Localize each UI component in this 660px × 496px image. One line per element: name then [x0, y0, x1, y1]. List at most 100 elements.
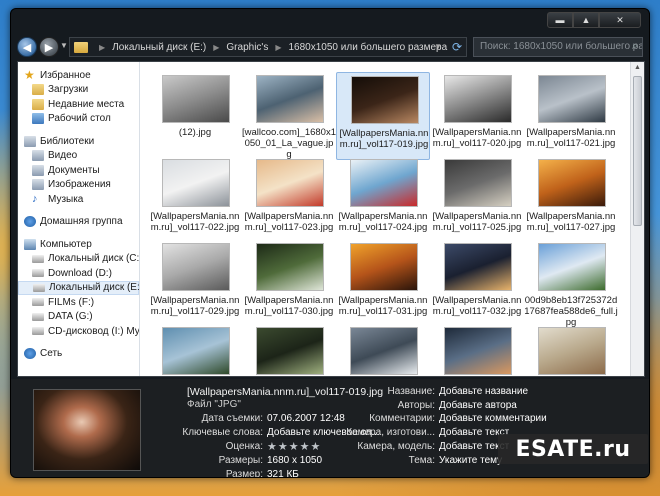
- file-name: [WallpapersMania.nnm.ru]_vol117-032.jpg: [432, 295, 522, 317]
- sidebar-item-pictures[interactable]: Изображения: [18, 178, 139, 193]
- minimize-button[interactable]: ▬: [547, 12, 573, 28]
- file-item[interactable]: [WallpapersMania.nnm.ru]_vol117-032.jpg: [430, 240, 524, 328]
- sidebar-item-recent-places[interactable]: Недавние места: [18, 97, 139, 112]
- documents-library-icon: [32, 164, 44, 176]
- file-item[interactable]: [WallpapersMania.nnm.ru]_vol117-029.jpg: [148, 240, 242, 328]
- sidebar-item-video[interactable]: Видео: [18, 149, 139, 164]
- property-value[interactable]: Добавьте комментарии: [439, 413, 547, 424]
- file-thumbnail[interactable]: [350, 243, 418, 291]
- file-name: [WallpapersMania.nnm.ru]_vol117-023.jpg: [244, 211, 334, 233]
- file-thumbnail[interactable]: [256, 75, 324, 123]
- breadcrumb-item[interactable]: Graphic's: [226, 42, 268, 53]
- sidebar-item-homegroup[interactable]: Домашняя группа: [18, 215, 139, 230]
- file-thumbnail[interactable]: [350, 159, 418, 207]
- sidebar-item-downloads[interactable]: Загрузки: [18, 83, 139, 98]
- file-thumbnail[interactable]: [256, 243, 324, 291]
- sidebar-item-network[interactable]: Сеть: [18, 347, 139, 362]
- file-thumbnail[interactable]: [162, 75, 230, 123]
- file-item[interactable]: 00d9b8eb13f725372d17687fea588de6_full.jp…: [524, 240, 618, 328]
- search-icon[interactable]: ⌕: [632, 40, 638, 53]
- network-icon: [24, 348, 36, 360]
- sidebar-item-label: Видео: [48, 150, 78, 162]
- breadcrumb[interactable]: ▶ Локальный диск (E:) ▶ Graphic's ▶ 1680…: [69, 37, 467, 57]
- breadcrumb-item[interactable]: Локальный диск (E:): [112, 42, 206, 53]
- sidebar-item-label: Библиотеки: [40, 135, 95, 147]
- sidebar-item-desktop[interactable]: Рабочий стол: [18, 112, 139, 127]
- search-input[interactable]: Поиск: 1680x1050 или большего размера ⌕: [473, 37, 643, 57]
- back-button[interactable]: ◀: [17, 37, 37, 57]
- sidebar-item-label: Недавние места: [48, 98, 125, 110]
- sidebar-item-documents[interactable]: Документы: [18, 163, 139, 178]
- maximize-button[interactable]: ▲: [573, 12, 599, 28]
- file-thumbnail[interactable]: [444, 327, 512, 375]
- file-item[interactable]: 0b3b16144d3c80a57a: [148, 324, 242, 376]
- file-thumbnail[interactable]: [162, 159, 230, 207]
- forward-button[interactable]: ▶: [39, 37, 59, 57]
- property-label: Камера, изготови...: [346, 427, 435, 438]
- sidebar-item-label: FILMs (F:): [48, 296, 95, 308]
- file-thumbnail[interactable]: [538, 327, 606, 375]
- file-thumbnail[interactable]: [162, 327, 230, 375]
- file-item[interactable]: [WallpapersMania.nnm.ru]_vol117-019.jpg: [336, 72, 430, 160]
- sidebar-item-label: CD-дисковод (I:) My D: [48, 325, 140, 337]
- sidebar-item-label: Компьютер: [40, 238, 92, 250]
- file-name: [WallpapersMania.nnm.ru]_vol117-019.jpg: [339, 128, 429, 150]
- sidebar-item-drive-g[interactable]: DATA (G:): [18, 310, 139, 325]
- sidebar-item-libraries[interactable]: Библиотеки: [18, 134, 139, 149]
- refresh-icon[interactable]: ⟳: [452, 40, 462, 54]
- sidebar-item-drive-c[interactable]: Локальный диск (C:): [18, 252, 139, 267]
- sidebar-item-drive-f[interactable]: FILMs (F:): [18, 295, 139, 310]
- file-thumbnail[interactable]: [444, 159, 512, 207]
- file-item[interactable]: [WallpapersMania.nnm.ru]_vol117-024.jpg: [336, 156, 430, 244]
- property-value[interactable]: Добавьте название: [439, 386, 528, 397]
- file-item[interactable]: [WallpapersMania.nnm.ru]_vol117-023.jpg: [242, 156, 336, 244]
- file-item[interactable]: [WallpapersMania.nnm.ru]_vol117-022.jpg: [148, 156, 242, 244]
- scroll-up-icon[interactable]: ▲: [634, 64, 641, 71]
- sidebar-item-drive-i[interactable]: CD-дисковод (I:) My D: [18, 324, 139, 339]
- file-name: [WallpapersMania.nnm.ru]_vol117-031.jpg: [338, 295, 428, 317]
- file-thumbnail[interactable]: [350, 327, 418, 375]
- file-thumbnail[interactable]: [162, 243, 230, 291]
- chevron-right-icon[interactable]: ▶: [275, 43, 281, 52]
- scrollbar-thumb[interactable]: [633, 76, 642, 226]
- sidebar-item-favorites[interactable]: ★ Избранное: [18, 68, 139, 83]
- chevron-right-icon[interactable]: ▶: [99, 43, 105, 52]
- close-button[interactable]: ✕: [599, 12, 641, 28]
- sidebar-item-label: Домашняя группа: [40, 216, 123, 228]
- property-value[interactable]: Добавьте автора: [439, 400, 517, 411]
- sidebar-item-label: Загрузки: [48, 84, 89, 96]
- file-item[interactable]: 01 1680x1050.jpg: [430, 324, 524, 376]
- file-item[interactable]: [WallpapersMania.nnm.ru]_vol117-031.jpg: [336, 240, 430, 328]
- file-item[interactable]: 1.jpg: [524, 324, 618, 376]
- sidebar-item-computer[interactable]: Компьютер: [18, 237, 139, 252]
- file-thumbnail[interactable]: [444, 243, 512, 291]
- file-item[interactable]: (12).jpg: [148, 72, 242, 160]
- vertical-scrollbar[interactable]: ▲: [630, 62, 644, 376]
- file-thumbnail[interactable]: [351, 76, 419, 124]
- recent-pages-dropdown[interactable]: ▼: [60, 41, 68, 50]
- file-item[interactable]: [WallpapersMania.nnm.ru]_vol117-021.jpg: [524, 72, 618, 160]
- file-thumbnail[interactable]: [538, 159, 606, 207]
- file-thumbnail[interactable]: [538, 243, 606, 291]
- file-item[interactable]: [WallpapersMania.nnm.ru]_vol117-030.jpg: [242, 240, 336, 328]
- file-thumbnail[interactable]: [256, 327, 324, 375]
- chevron-right-icon[interactable]: ▶: [213, 43, 219, 52]
- file-item[interactable]: [WallpapersMania.nnm.ru]_vol117-027.jpg: [524, 156, 618, 244]
- breadcrumb-item[interactable]: 1680x1050 или большего размера: [289, 42, 448, 53]
- sidebar-item-music[interactable]: ♪ Музыка: [18, 192, 139, 207]
- hard-drive-icon: [32, 298, 44, 307]
- desktop-icon: [32, 113, 44, 125]
- file-item[interactable]: 0b272bf1b7932887dd: [242, 324, 336, 376]
- file-item[interactable]: [WallpapersMania.nnm.ru]_vol117-020.jpg: [430, 72, 524, 160]
- file-item[interactable]: [wallcoo.com]_1680x1050_01_La_vague.jpg: [242, 72, 336, 160]
- file-thumbnail[interactable]: [538, 75, 606, 123]
- file-item[interactable]: 01 - WPIX 47.jpg: [336, 324, 430, 376]
- sidebar-item-drive-e[interactable]: Локальный диск (E:): [18, 280, 139, 295]
- property-value[interactable]: Укажите тему: [439, 455, 502, 466]
- sidebar-item-drive-d[interactable]: Download (D:): [18, 266, 139, 281]
- file-name: [WallpapersMania.nnm.ru]_vol117-021.jpg: [526, 127, 616, 149]
- chevron-down-icon[interactable]: ▼: [434, 42, 442, 51]
- file-item[interactable]: [WallpapersMania.nnm.ru]_vol117-025.jpg: [430, 156, 524, 244]
- file-thumbnail[interactable]: [444, 75, 512, 123]
- file-thumbnail[interactable]: [256, 159, 324, 207]
